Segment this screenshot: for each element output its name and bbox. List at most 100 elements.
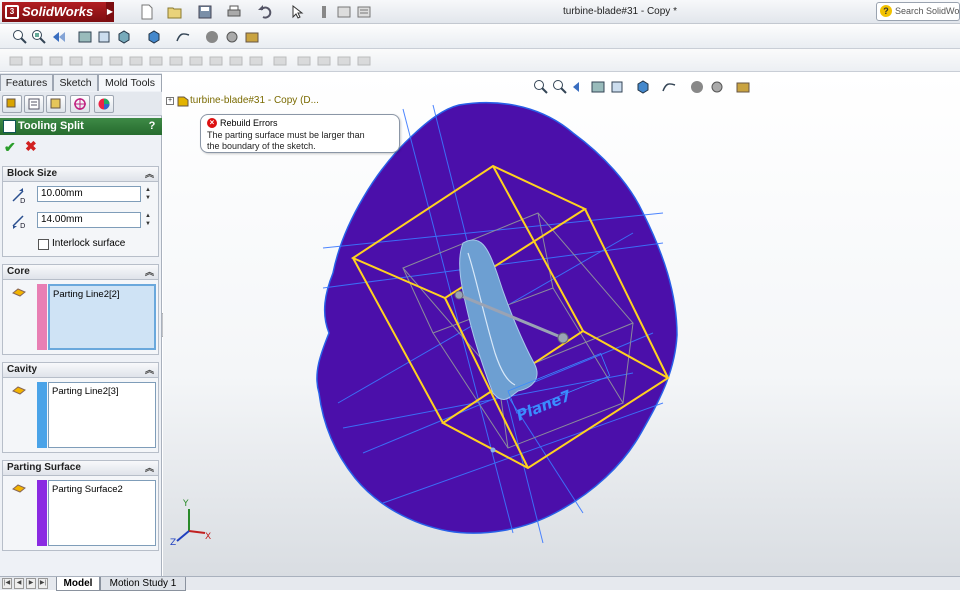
tooling-split-icon[interactable]: [248, 53, 264, 69]
display-manager-tab[interactable]: [94, 95, 114, 113]
parting-surface-selected-item: Parting Surface2: [52, 484, 123, 495]
cavity-header[interactable]: Cavity ︽: [3, 363, 158, 378]
ok-button[interactable]: ✔: [4, 140, 18, 154]
draft-analysis-icon[interactable]: [108, 53, 124, 69]
save-icon[interactable]: [197, 4, 213, 20]
tab-mold-tools[interactable]: Mold Tools: [98, 74, 162, 91]
render-tools-icon[interactable]: [735, 79, 751, 95]
zoom-area-icon[interactable]: [31, 29, 47, 45]
edit-appearance-icon[interactable]: [661, 79, 677, 95]
feature-tree-root[interactable]: + turbine-blade#31 - Copy (D...: [166, 94, 319, 108]
expand-icon[interactable]: +: [166, 97, 174, 105]
menu-arrow-icon[interactable]: ▶: [106, 2, 114, 22]
tab-model[interactable]: Model: [56, 577, 100, 591]
hide-show-items-icon[interactable]: [146, 29, 162, 45]
undercut-analysis-icon[interactable]: [128, 53, 144, 69]
feature-manager-tab[interactable]: [2, 95, 22, 113]
scale-icon[interactable]: [88, 53, 104, 69]
ruled-surface-icon[interactable]: [68, 53, 84, 69]
title-bar: 3 SolidWorks ▶ turbine-blade#31 - Copy *…: [0, 0, 960, 24]
search-placeholder: Search SolidWorks Help: [895, 6, 960, 16]
options-icon[interactable]: [356, 4, 372, 20]
insert-mold-folders-icon[interactable]: [272, 53, 288, 69]
apply-scene-icon[interactable]: [689, 79, 705, 95]
error-message-line1: The parting surface must be larger than: [207, 130, 365, 140]
collapse-icon[interactable]: ︽: [145, 461, 154, 475]
core-icon[interactable]: [228, 53, 244, 69]
select-arrow-icon[interactable]: [289, 4, 305, 20]
mold-tools-toolbar: [0, 49, 960, 72]
view-orientation-icon[interactable]: [609, 79, 625, 95]
svg-text:D: D: [20, 197, 25, 205]
first-tab-icon[interactable]: |◀: [2, 578, 12, 589]
undo-icon[interactable]: [257, 4, 273, 20]
section-view-icon[interactable]: [590, 79, 606, 95]
offset-surface-icon[interactable]: [168, 53, 184, 69]
extrude-surface-icon[interactable]: [356, 53, 372, 69]
collapse-icon[interactable]: ︽: [145, 363, 154, 377]
zoom-to-fit-icon[interactable]: [533, 79, 549, 95]
solidworks-logo[interactable]: 3 SolidWorks: [2, 2, 106, 22]
parting-surface-header[interactable]: Parting Surface ︽: [3, 461, 158, 476]
zoom-to-fit-icon[interactable]: [12, 29, 28, 45]
property-manager-tab[interactable]: [24, 95, 44, 113]
parting-surface-icon[interactable]: [48, 53, 64, 69]
search-box[interactable]: ? Search SolidWorks Help: [876, 2, 960, 21]
tab-sketch[interactable]: Sketch: [53, 74, 98, 91]
view-orientation-icon[interactable]: [96, 29, 112, 45]
planar-surface-icon[interactable]: [208, 53, 224, 69]
knit-surface-icon[interactable]: [188, 53, 204, 69]
display-style-icon[interactable]: [116, 29, 132, 45]
cancel-button[interactable]: ✖: [25, 139, 39, 153]
new-document-icon[interactable]: [139, 4, 155, 20]
move-face-icon[interactable]: [296, 53, 312, 69]
configuration-manager-tab[interactable]: [46, 95, 66, 113]
display-style-icon[interactable]: [635, 79, 651, 95]
block-size-header[interactable]: Block Size ︽: [3, 167, 158, 182]
print-icon[interactable]: [226, 4, 242, 20]
depth-direction1-icon: D: [12, 188, 25, 205]
render-tools-icon[interactable]: [244, 29, 260, 45]
delete-face-icon[interactable]: [316, 53, 332, 69]
view-settings-icon[interactable]: [709, 79, 725, 95]
depth1-spinner[interactable]: ▲ ▼: [143, 186, 153, 202]
core-title: Core: [7, 266, 30, 277]
core-header[interactable]: Core ︽: [3, 265, 158, 280]
help-button[interactable]: ?: [146, 120, 158, 133]
cavity-selection-box[interactable]: Parting Line2[3]: [48, 382, 156, 448]
view-toolbar-main: [0, 24, 960, 49]
parting-line-icon[interactable]: [8, 53, 24, 69]
rebuild-icon[interactable]: [316, 4, 332, 20]
edit-appearance-icon[interactable]: [175, 29, 191, 45]
previous-view-icon[interactable]: [571, 79, 587, 95]
previous-tab-icon[interactable]: ◀: [14, 578, 24, 589]
surface-body-icon: [12, 288, 26, 297]
depth2-spinner[interactable]: ▲ ▼: [143, 212, 153, 228]
graphics-area[interactable]: Plane7 Y X Z + turbine-blade#31 - Copy (…: [163, 73, 960, 576]
collapse-icon[interactable]: ︽: [145, 167, 154, 181]
apply-scene-icon[interactable]: [204, 29, 220, 45]
split-line-icon[interactable]: [148, 53, 164, 69]
depth-direction2-input[interactable]: 14.00mm: [37, 212, 141, 228]
tab-features[interactable]: Features: [0, 74, 53, 91]
replace-face-icon[interactable]: [336, 53, 352, 69]
depth-direction1-input[interactable]: 10.00mm: [37, 186, 141, 202]
previous-view-icon[interactable]: [51, 29, 67, 45]
open-folder-icon[interactable]: [167, 4, 183, 20]
surface-body-icon: [12, 484, 26, 493]
next-tab-icon[interactable]: ▶: [26, 578, 36, 589]
last-tab-icon[interactable]: ▶|: [38, 578, 48, 589]
shut-off-surface-icon[interactable]: [28, 53, 44, 69]
view-settings-icon[interactable]: [224, 29, 240, 45]
document-title: turbine-blade#31 - Copy *: [563, 6, 677, 17]
section-view-icon[interactable]: [77, 29, 93, 45]
parting-surface-selection-box[interactable]: Parting Surface2: [48, 480, 156, 546]
zoom-area-icon[interactable]: [552, 79, 568, 95]
core-selection-box[interactable]: Parting Line2[2]: [48, 284, 156, 350]
file-properties-icon[interactable]: [336, 4, 352, 20]
collapse-icon[interactable]: ︽: [145, 265, 154, 279]
tab-motion-study-1[interactable]: Motion Study 1: [100, 577, 186, 591]
dimxpert-manager-tab[interactable]: [70, 95, 90, 113]
property-manager-title: Tooling Split: [18, 120, 84, 132]
interlock-surface-checkbox[interactable]: [38, 239, 49, 250]
